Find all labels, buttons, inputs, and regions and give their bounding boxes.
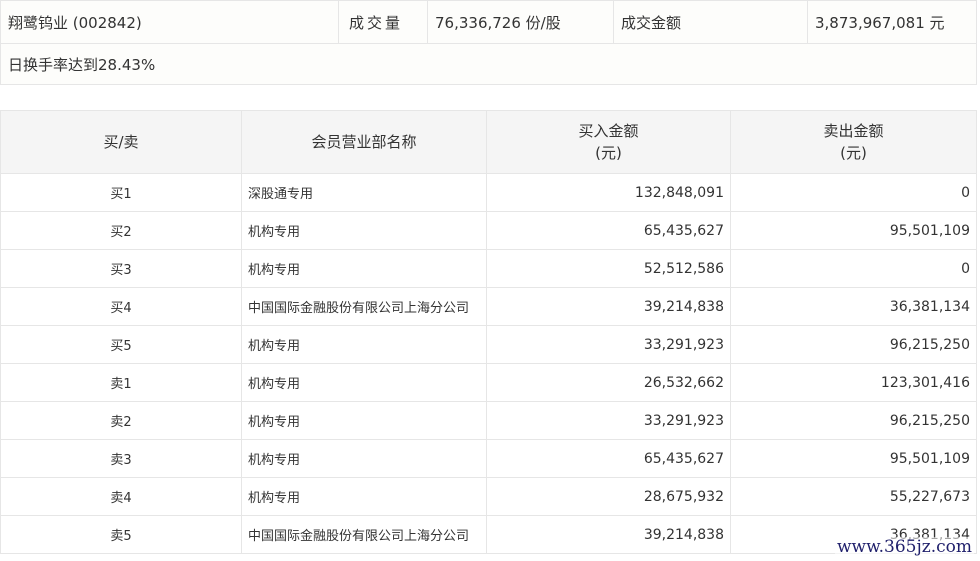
row-buy-amount: 39,214,838 (486, 515, 731, 554)
header-member: 会员营业部名称 (241, 110, 487, 174)
row-member-name: 机构专用 (241, 477, 487, 516)
row-side: 卖5 (0, 515, 242, 554)
table-row: 卖1 机构专用 26,532,662 123,301,416 (0, 363, 977, 402)
table-row: 卖2 机构专用 33,291,923 96,215,250 (0, 401, 977, 440)
row-side: 卖4 (0, 477, 242, 516)
row-side: 买2 (0, 211, 242, 250)
table-row: 卖4 机构专用 28,675,932 55,227,673 (0, 477, 977, 516)
row-buy-amount: 132,848,091 (486, 173, 731, 212)
row-sell-amount: 0 (730, 173, 977, 212)
site-watermark: www.365jz.com (835, 537, 974, 557)
row-side: 卖2 (0, 401, 242, 440)
table-row: 买1 深股通专用 132,848,091 0 (0, 173, 977, 212)
row-side: 卖3 (0, 439, 242, 478)
table-header-row: 买/卖 会员营业部名称 买入金额 (元) 卖出金额 (元) (0, 110, 977, 174)
summary-row: 翔鹭钨业 (002842) 成交量 76,336,726 份/股 成交金额 3,… (0, 0, 977, 44)
row-buy-amount: 65,435,627 (486, 211, 731, 250)
row-member-name: 中国国际金融股份有限公司上海分公司 (241, 287, 487, 326)
row-buy-amount: 33,291,923 (486, 401, 731, 440)
row-member-name: 机构专用 (241, 363, 487, 402)
turnover-text: 日换手率达到28.43% (0, 43, 977, 85)
row-buy-amount: 28,675,932 (486, 477, 731, 516)
header-sell-amount-label: 卖出金额 (823, 122, 884, 140)
header-buy-amount-label: 买入金额 (578, 122, 639, 140)
row-sell-amount: 95,501,109 (730, 439, 977, 478)
row-side: 卖1 (0, 363, 242, 402)
table-row: 买3 机构专用 52,512,586 0 (0, 249, 977, 288)
row-sell-amount: 96,215,250 (730, 401, 977, 440)
row-member-name: 中国国际金融股份有限公司上海分公司 (241, 515, 487, 554)
table-row: 卖5 中国国际金融股份有限公司上海分公司 39,214,838 36,381,1… (0, 515, 977, 554)
table-row: 买2 机构专用 65,435,627 95,501,109 (0, 211, 977, 250)
trading-seats-table: 买/卖 会员营业部名称 买入金额 (元) 卖出金额 (元) 买1 深股通专用 132… (0, 110, 977, 554)
row-side: 买3 (0, 249, 242, 288)
row-sell-amount: 123,301,416 (730, 363, 977, 402)
row-side: 买4 (0, 287, 242, 326)
header-buy-amount: 买入金额 (元) (486, 110, 731, 174)
row-buy-amount: 33,291,923 (486, 325, 731, 364)
header-buy-unit: (元) (595, 144, 622, 162)
volume-value: 76,336,726 份/股 (427, 0, 614, 44)
table-row: 买4 中国国际金融股份有限公司上海分公司 39,214,838 36,381,1… (0, 287, 977, 326)
row-buy-amount: 52,512,586 (486, 249, 731, 288)
row-buy-amount: 26,532,662 (486, 363, 731, 402)
row-buy-amount: 39,214,838 (486, 287, 731, 326)
row-sell-amount: 36,381,134 (730, 287, 977, 326)
row-buy-amount: 65,435,627 (486, 439, 731, 478)
table-row: 买5 机构专用 33,291,923 96,215,250 (0, 325, 977, 364)
row-sell-amount: 96,215,250 (730, 325, 977, 364)
row-member-name: 机构专用 (241, 325, 487, 364)
volume-label: 成交量 (338, 0, 428, 44)
row-member-name: 机构专用 (241, 211, 487, 250)
row-sell-amount: 0 (730, 249, 977, 288)
row-member-name: 深股通专用 (241, 173, 487, 212)
amount-label: 成交金额 (613, 0, 808, 44)
header-sell-unit: (元) (840, 144, 867, 162)
header-sell-amount: 卖出金额 (元) (730, 110, 977, 174)
amount-value: 3,873,967,081 元 (807, 0, 977, 44)
stock-summary-table: 翔鹭钨业 (002842) 成交量 76,336,726 份/股 成交金额 3,… (0, 0, 977, 85)
row-side: 买1 (0, 173, 242, 212)
row-member-name: 机构专用 (241, 401, 487, 440)
table-row: 卖3 机构专用 65,435,627 95,501,109 (0, 439, 977, 478)
row-sell-amount: 55,227,673 (730, 477, 977, 516)
header-side: 买/卖 (0, 110, 242, 174)
stock-name: 翔鹭钨业 (002842) (0, 0, 339, 44)
row-sell-amount: 95,501,109 (730, 211, 977, 250)
row-member-name: 机构专用 (241, 439, 487, 478)
row-member-name: 机构专用 (241, 249, 487, 288)
turnover-row: 日换手率达到28.43% (0, 43, 977, 85)
row-side: 买5 (0, 325, 242, 364)
